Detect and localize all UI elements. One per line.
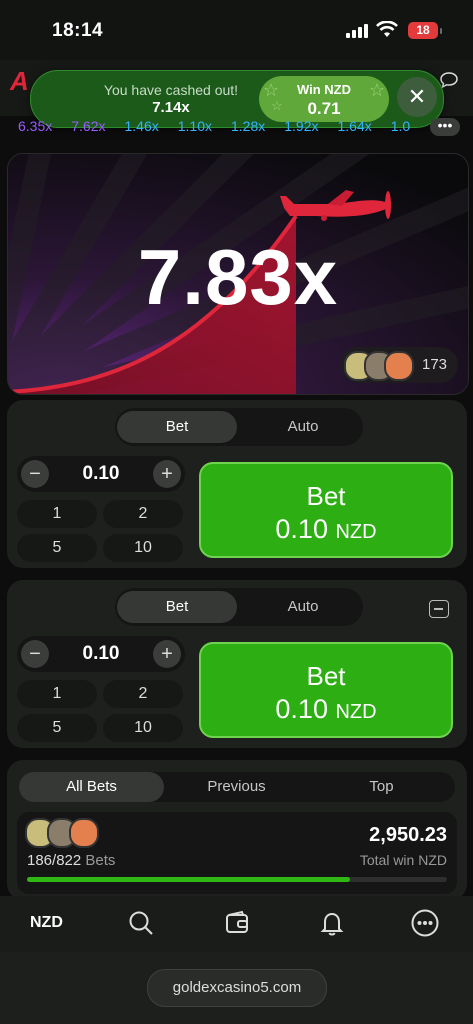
avatar	[384, 351, 414, 381]
currency-selector[interactable]: NZD	[30, 914, 63, 932]
bet-mode-toggle: Bet Auto	[115, 588, 363, 626]
bet-button-label: Bet	[306, 481, 346, 511]
quick-amount-button[interactable]: 2	[103, 500, 183, 528]
history-multiplier[interactable]: 1.46x	[125, 118, 159, 134]
search-icon[interactable]	[128, 910, 154, 941]
increase-amount-button[interactable]: +	[153, 640, 181, 668]
bet-amount-value[interactable]: 0.10	[57, 463, 145, 485]
total-win-label: Total win NZD	[359, 852, 447, 868]
quick-amount-button[interactable]: 1	[17, 680, 97, 708]
tab-bet[interactable]: Bet	[117, 591, 237, 623]
history-multiplier[interactable]: 1.64x	[338, 118, 372, 134]
history-multiplier[interactable]: 1.92x	[284, 118, 318, 134]
close-icon[interactable]: ✕	[397, 77, 437, 117]
bets-count: 186/822 Bets	[27, 852, 115, 869]
tab-top[interactable]: Top	[309, 772, 454, 802]
toast-win-badge: ☆ ☆ ☆ Win NZD 0.71	[259, 76, 389, 122]
bet-button-currency: NZD	[335, 701, 377, 723]
history-multiplier[interactable]: 1.28x	[231, 118, 265, 134]
bets-progress-bar	[27, 877, 447, 882]
remove-panel-icon[interactable]	[429, 600, 449, 618]
history-multiplier[interactable]: 1.10x	[178, 118, 212, 134]
star-icon: ☆	[271, 98, 283, 113]
decrease-amount-button[interactable]: −	[21, 460, 49, 488]
status-time: 18:14	[52, 20, 104, 41]
bet-button-currency: NZD	[335, 521, 377, 543]
quick-amount-button[interactable]: 2	[103, 680, 183, 708]
multiplier-history: 6.35x 7.62x 1.46x 1.10x 1.28x 1.92x 1.64x 1.0	[18, 118, 428, 138]
quick-amount-button[interactable]: 10	[103, 714, 183, 742]
more-icon[interactable]	[411, 909, 439, 942]
cellular-icon	[346, 24, 368, 38]
toast-message: You have cashed out! 7.14x	[71, 82, 271, 116]
history-multiplier[interactable]: 1.0	[391, 118, 410, 134]
wifi-icon	[376, 20, 398, 43]
url-bar[interactable]: goldexcasino5.com	[147, 969, 327, 1007]
quick-amount-button[interactable]: 5	[17, 714, 97, 742]
decrease-amount-button[interactable]: −	[21, 640, 49, 668]
current-multiplier: 7.83x	[137, 233, 339, 321]
app-logo[interactable]: A	[10, 66, 29, 97]
bell-icon[interactable]	[319, 910, 345, 941]
bet-panel-1: Bet Auto − 0.10 + 1 2 5 10 Bet 0.10 NZD	[7, 400, 467, 568]
bets-progress-fill	[27, 877, 351, 882]
battery-indicator: 18	[408, 22, 442, 39]
game-canvas: 7.83x 173	[7, 153, 469, 395]
star-icon: ☆	[368, 80, 385, 100]
place-bet-button[interactable]: Bet 0.10 NZD	[199, 462, 453, 558]
tab-all-bets[interactable]: All Bets	[19, 772, 164, 802]
bet-mode-toggle: Bet Auto	[115, 408, 363, 446]
increase-amount-button[interactable]: +	[153, 460, 181, 488]
toast-message-text: You have cashed out!	[103, 82, 239, 98]
tab-auto[interactable]: Auto	[243, 411, 363, 443]
chat-icon[interactable]	[440, 72, 458, 89]
browser-bar: goldexcasino5.com	[0, 952, 473, 1024]
total-win-value: 2,950.23	[369, 824, 447, 846]
bets-count-value: 186/822	[27, 852, 82, 869]
plane-icon	[280, 190, 391, 221]
place-bet-button[interactable]: Bet 0.10 NZD	[199, 642, 453, 738]
history-multiplier[interactable]: 6.35x	[18, 118, 52, 134]
bets-section: All Bets Previous Top 186/822 Bets 2,950…	[7, 760, 467, 900]
history-more-button[interactable]: •••	[430, 118, 460, 136]
toast-cashout-multiplier: 7.14x	[152, 99, 190, 116]
tab-auto[interactable]: Auto	[243, 591, 363, 623]
bet-amount-stepper: − 0.10 +	[17, 636, 185, 672]
bets-summary-card: 186/822 Bets 2,950.23 Total win NZD	[17, 812, 457, 894]
players-count: 173	[422, 356, 448, 373]
quick-amount-button[interactable]: 1	[17, 500, 97, 528]
bets-count-label: Bets	[85, 852, 116, 869]
bet-panel-2: Bet Auto − 0.10 + 1 2 5 10 Bet 0.10 NZD	[7, 580, 467, 748]
bet-button-amount: 0.10	[275, 694, 328, 724]
wallet-icon[interactable]	[224, 910, 250, 941]
history-multiplier[interactable]: 7.62x	[71, 118, 105, 134]
quick-amount-button[interactable]: 10	[103, 534, 183, 562]
bet-amount-value[interactable]: 0.10	[57, 643, 145, 665]
bet-amount-stepper: − 0.10 +	[17, 456, 185, 492]
avatar	[69, 818, 99, 848]
quick-amount-button[interactable]: 5	[17, 534, 97, 562]
players-online-badge[interactable]: 173	[340, 347, 458, 383]
tab-bet[interactable]: Bet	[117, 411, 237, 443]
bottom-nav: NZD	[0, 896, 473, 952]
tab-previous[interactable]: Previous	[164, 772, 309, 802]
bet-button-amount: 0.10	[275, 514, 328, 544]
bets-tabs: All Bets Previous Top	[19, 772, 455, 802]
bet-button-label: Bet	[306, 661, 346, 691]
